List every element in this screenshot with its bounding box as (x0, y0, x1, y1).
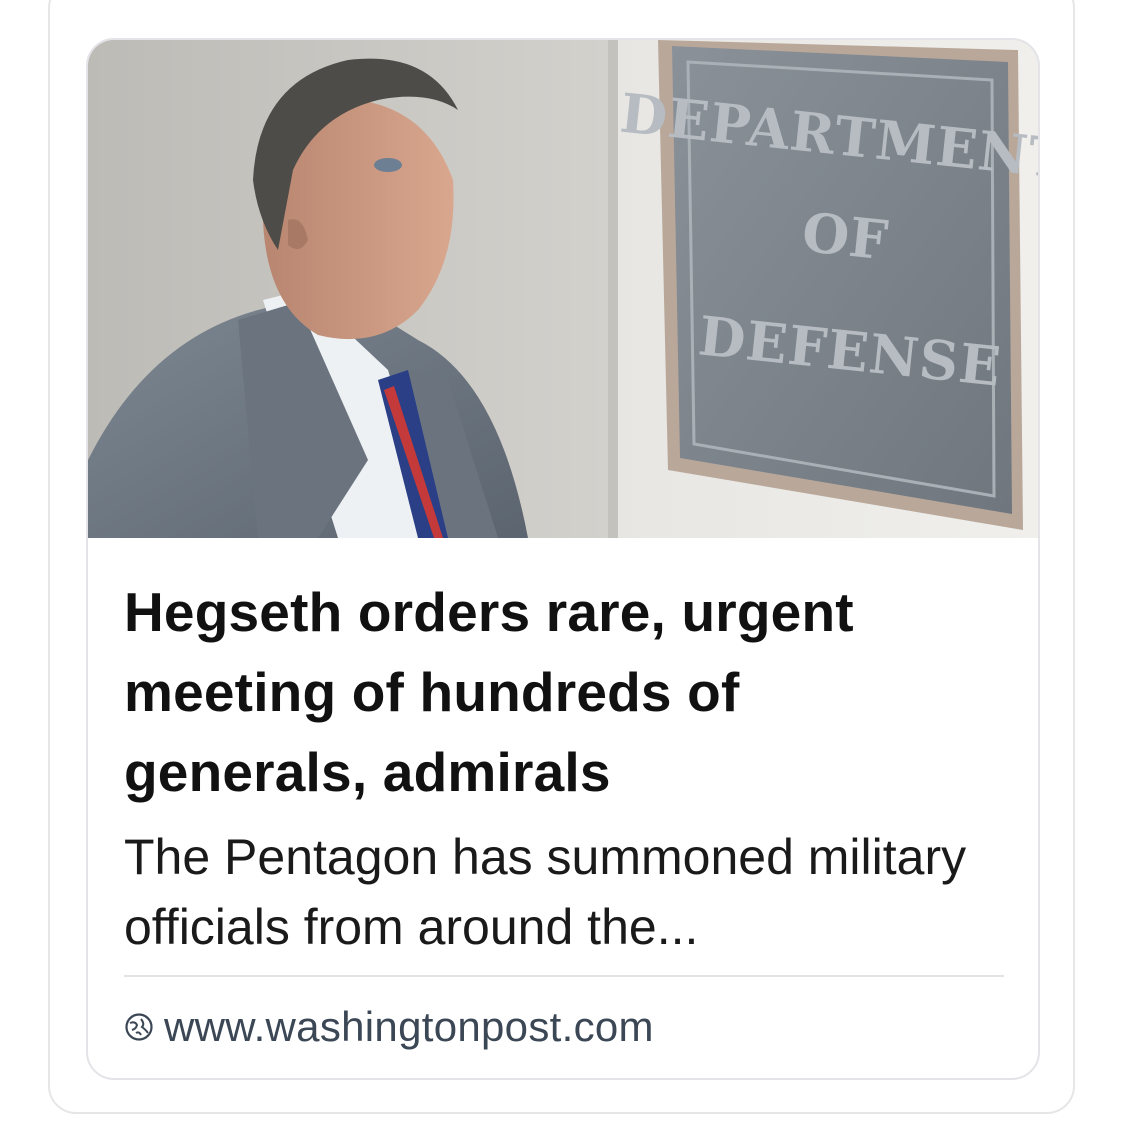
article-hero-image: DEPARTMENT OF DEFENSE (88, 40, 1038, 538)
department-of-defense-plaque: DEPARTMENT OF DEFENSE (617, 40, 1038, 530)
divider (124, 975, 1004, 977)
globe-icon (124, 1012, 154, 1042)
source-url[interactable]: www.washingtonpost.com (164, 1003, 654, 1051)
article-source[interactable]: www.washingtonpost.com (124, 1002, 654, 1052)
link-preview-card[interactable]: DEPARTMENT OF DEFENSE Hegseth orders rar… (86, 38, 1040, 1080)
article-headline[interactable]: Hegseth orders rare, urgent meeting of h… (124, 572, 984, 812)
svg-text:OF: OF (799, 200, 891, 273)
article-summary: The Pentagon has summoned military offic… (124, 829, 967, 955)
